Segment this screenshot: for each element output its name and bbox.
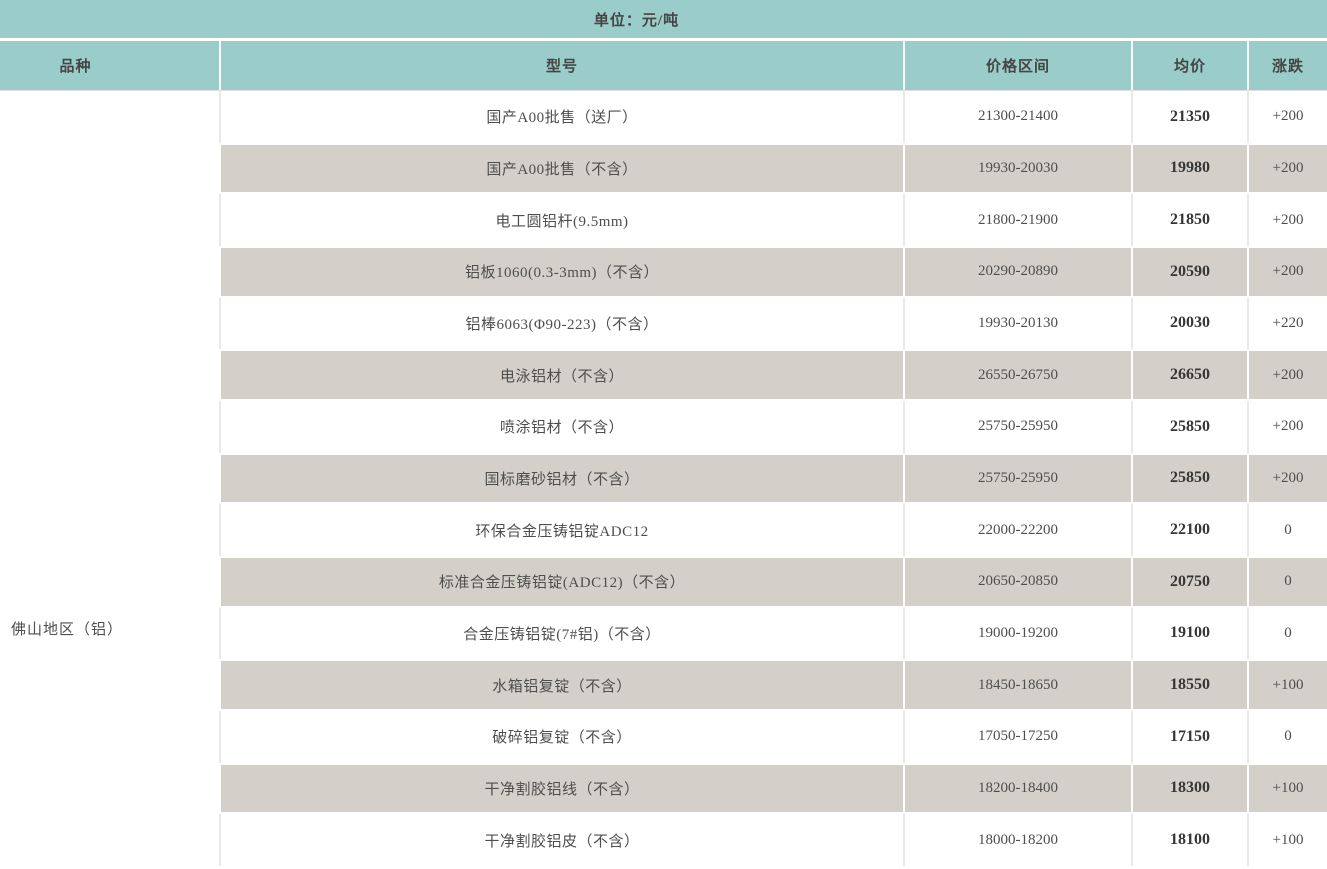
price-range-cell: 18000-18200 [903,814,1131,866]
table-row: 干净割胶铝皮（不含） 18000-18200 18100 +100 [219,814,1327,866]
change-cell: +100 [1247,814,1327,866]
price-range-cell: 20290-20890 [903,246,1131,298]
change-cell: +200 [1247,143,1327,195]
unit-banner-label: 单位：元/吨 [594,9,679,30]
model-cell: 电泳铝材（不含） [219,349,903,401]
model-cell: 国产A00批售（送厂） [219,91,903,143]
region-cell: 佛山地区（铝） [0,91,219,866]
avg-price-cell: 21850 [1131,194,1247,246]
price-range-cell: 19930-20030 [903,143,1131,195]
price-range-cell: 19930-20130 [903,298,1131,350]
change-cell: 0 [1247,556,1327,608]
table-row: 国标磨砂铝材（不含） 25750-25950 25850 +200 [219,453,1327,505]
column-header-model: 型号 [219,41,903,90]
change-cell: +220 [1247,298,1327,350]
model-cell: 水箱铝复锭（不含） [219,659,903,711]
change-cell: 0 [1247,608,1327,660]
change-cell: +100 [1247,763,1327,815]
change-cell: 0 [1247,504,1327,556]
price-range-cell: 18200-18400 [903,763,1131,815]
avg-price-cell: 25850 [1131,401,1247,453]
table-row: 合金压铸铝锭(7#铝)（不含） 19000-19200 19100 0 [219,608,1327,660]
model-cell: 合金压铸铝锭(7#铝)（不含） [219,608,903,660]
table-row: 国产A00批售（送厂） 21300-21400 21350 +200 [219,91,1327,143]
change-cell: 0 [1247,711,1327,763]
model-cell: 环保合金压铸铝锭ADC12 [219,504,903,556]
table-row: 破碎铝复锭（不含） 17050-17250 17150 0 [219,711,1327,763]
price-range-cell: 18450-18650 [903,659,1131,711]
price-range-cell: 26550-26750 [903,349,1131,401]
model-cell: 国产A00批售（不含） [219,143,903,195]
avg-price-cell: 22100 [1131,504,1247,556]
table-row: 电泳铝材（不含） 26550-26750 26650 +200 [219,349,1327,401]
avg-price-cell: 18300 [1131,763,1247,815]
table-row: 铝棒6063(Φ90-223)（不含） 19930-20130 20030 +2… [219,298,1327,350]
change-cell: +100 [1247,659,1327,711]
model-cell: 电工圆铝杆(9.5mm) [219,194,903,246]
avg-price-cell: 26650 [1131,349,1247,401]
avg-price-cell: 21350 [1131,91,1247,143]
unit-banner: 单位：元/吨 [0,0,1327,41]
change-cell: +200 [1247,401,1327,453]
avg-price-cell: 25850 [1131,453,1247,505]
table-header-row: 品种 型号 价格区间 均价 涨跌 [0,41,1327,91]
model-cell: 喷涂铝材（不含） [219,401,903,453]
avg-price-cell: 18100 [1131,814,1247,866]
column-header-variety: 品种 [0,41,219,90]
price-range-cell: 17050-17250 [903,711,1131,763]
table-rows: 国产A00批售（送厂） 21300-21400 21350 +200 国产A00… [219,91,1327,866]
model-cell: 破碎铝复锭（不含） [219,711,903,763]
table-row: 标准合金压铸铝锭(ADC12)（不含） 20650-20850 20750 0 [219,556,1327,608]
column-header-change: 涨跌 [1247,41,1327,90]
price-range-cell: 21300-21400 [903,91,1131,143]
avg-price-cell: 20590 [1131,246,1247,298]
table-row: 干净割胶铝线（不含） 18200-18400 18300 +100 [219,763,1327,815]
avg-price-cell: 20750 [1131,556,1247,608]
change-cell: +200 [1247,194,1327,246]
table-row: 水箱铝复锭（不含） 18450-18650 18550 +100 [219,659,1327,711]
column-header-price-range: 价格区间 [903,41,1131,90]
table-row: 铝板1060(0.3-3mm)（不含） 20290-20890 20590 +2… [219,246,1327,298]
price-range-cell: 20650-20850 [903,556,1131,608]
column-header-avg-price: 均价 [1131,41,1247,90]
price-table-page: 单位：元/吨 品种 型号 价格区间 均价 涨跌 佛山地区（铝） 国产A00批售（… [0,0,1327,869]
model-cell: 国标磨砂铝材（不含） [219,453,903,505]
avg-price-cell: 17150 [1131,711,1247,763]
change-cell: +200 [1247,91,1327,143]
avg-price-cell: 18550 [1131,659,1247,711]
avg-price-cell: 20030 [1131,298,1247,350]
price-range-cell: 19000-19200 [903,608,1131,660]
model-cell: 干净割胶铝皮（不含） [219,814,903,866]
avg-price-cell: 19980 [1131,143,1247,195]
model-cell: 铝板1060(0.3-3mm)（不含） [219,246,903,298]
region-label: 佛山地区（铝） [11,619,123,641]
table-row: 电工圆铝杆(9.5mm) 21800-21900 21850 +200 [219,194,1327,246]
price-range-cell: 25750-25950 [903,401,1131,453]
table-row: 喷涂铝材（不含） 25750-25950 25850 +200 [219,401,1327,453]
price-range-cell: 21800-21900 [903,194,1131,246]
model-cell: 铝棒6063(Φ90-223)（不含） [219,298,903,350]
price-range-cell: 25750-25950 [903,453,1131,505]
avg-price-cell: 19100 [1131,608,1247,660]
model-cell: 标准合金压铸铝锭(ADC12)（不含） [219,556,903,608]
table-body: 佛山地区（铝） 国产A00批售（送厂） 21300-21400 21350 +2… [0,91,1327,866]
change-cell: +200 [1247,453,1327,505]
change-cell: +200 [1247,246,1327,298]
table-row: 国产A00批售（不含） 19930-20030 19980 +200 [219,143,1327,195]
table-row: 环保合金压铸铝锭ADC12 22000-22200 22100 0 [219,504,1327,556]
change-cell: +200 [1247,349,1327,401]
model-cell: 干净割胶铝线（不含） [219,763,903,815]
price-range-cell: 22000-22200 [903,504,1131,556]
